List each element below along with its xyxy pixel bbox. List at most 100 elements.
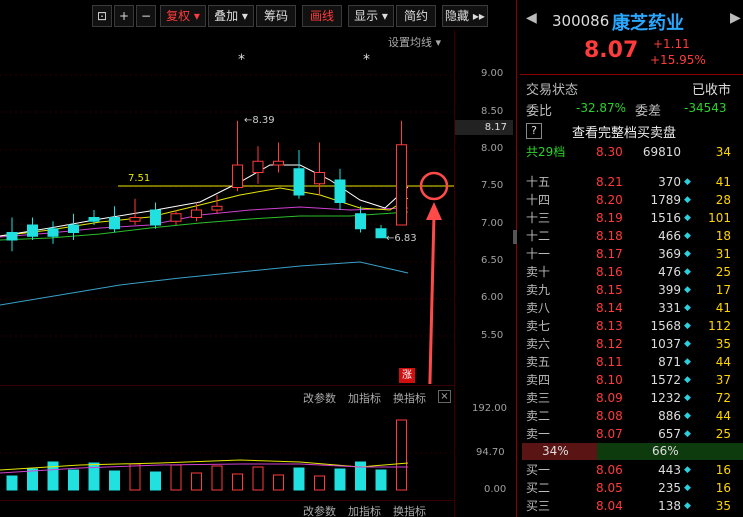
sub1-swap-indicator-button[interactable]: 换指标 bbox=[393, 390, 426, 406]
candle bbox=[232, 164, 243, 188]
axis-label: 7.00 bbox=[481, 218, 504, 229]
diamond-icon: ◆ bbox=[684, 483, 691, 493]
candle bbox=[314, 172, 325, 185]
ask-price: 8.15 bbox=[596, 283, 623, 297]
bid-row[interactable]: 买二 8.05 235 ◆ 16 bbox=[526, 479, 741, 497]
volume-bar bbox=[252, 466, 264, 491]
line-price-label: 7.51 bbox=[128, 173, 150, 184]
scrollbar[interactable] bbox=[513, 230, 517, 244]
ask-volume: 399 bbox=[658, 283, 681, 297]
diamond-icon: ◆ bbox=[684, 321, 691, 331]
ask-row[interactable]: 十三 8.19 1516 ◆ 101 bbox=[526, 209, 741, 227]
ask-price: 8.10 bbox=[596, 373, 623, 387]
ask-price: 8.07 bbox=[596, 427, 623, 441]
ask-level: 十二 bbox=[526, 229, 551, 243]
ask-row[interactable]: 卖五 8.11 871 ◆ 44 bbox=[526, 353, 741, 371]
display-dropdown[interactable]: 显示 ▾ bbox=[348, 5, 394, 27]
ask-price: 8.11 bbox=[596, 355, 623, 369]
ask-row[interactable]: 卖四 8.10 1572 ◆ 37 bbox=[526, 371, 741, 389]
bid-row[interactable]: 买三 8.04 138 ◆ 35 bbox=[526, 497, 741, 515]
overlay-label: 叠加 bbox=[214, 9, 239, 23]
ask-row[interactable]: 十四 8.20 1789 ◆ 28 bbox=[526, 191, 741, 209]
prev-stock-button[interactable]: ◀ bbox=[526, 10, 537, 26]
ask-volume: 466 bbox=[658, 229, 681, 243]
ask-row[interactable]: 卖二 8.08 886 ◆ 44 bbox=[526, 407, 741, 425]
sub1-params-button[interactable]: 改参数 bbox=[303, 390, 336, 406]
weicha-label: 委差 bbox=[635, 104, 662, 119]
ask-count: 25 bbox=[715, 427, 731, 441]
volume-bar bbox=[129, 463, 141, 491]
ask-row[interactable]: 卖三 8.09 1232 ◆ 72 bbox=[526, 389, 741, 407]
limit-up-badge: 涨 bbox=[399, 368, 415, 383]
ask-count: 44 bbox=[715, 355, 731, 369]
sub1-separator bbox=[0, 385, 454, 386]
diamond-icon: ◆ bbox=[684, 231, 691, 241]
simple-mode-button[interactable]: 简约 bbox=[396, 5, 436, 27]
ask-row[interactable]: 卖八 8.14 331 ◆ 41 bbox=[526, 299, 741, 317]
ask-price: 8.21 bbox=[596, 175, 623, 189]
sub2-swap-indicator-button[interactable]: 换指标 bbox=[393, 503, 426, 517]
annotation-arrow-head bbox=[426, 202, 442, 220]
zoom-in-button[interactable]: + bbox=[114, 5, 134, 27]
diamond-icon: ◆ bbox=[684, 339, 691, 349]
ask-row[interactable]: 十一 8.17 369 ◆ 31 bbox=[526, 245, 741, 263]
total-levels-row: 共29档 8.30 69810 34 bbox=[526, 143, 741, 161]
ask-level: 十三 bbox=[526, 211, 551, 225]
help-icon[interactable]: ? bbox=[526, 123, 542, 139]
low-label: ←6.83 bbox=[386, 233, 417, 244]
draw-line-button[interactable]: 画线 bbox=[302, 5, 342, 27]
chips-button[interactable]: 筹码 bbox=[256, 5, 296, 27]
ask-row[interactable]: 卖六 8.12 1037 ◆ 35 bbox=[526, 335, 741, 353]
price-axis-divider bbox=[454, 30, 455, 517]
next-stock-button[interactable]: ▶ bbox=[730, 10, 741, 26]
candle bbox=[109, 217, 120, 230]
display-label: 显示 bbox=[354, 9, 379, 23]
ask-level: 十五 bbox=[526, 175, 551, 189]
ask-row[interactable]: 卖十 8.16 476 ◆ 25 bbox=[526, 263, 741, 281]
fuquan-dropdown[interactable]: 复权 ▾ bbox=[160, 5, 206, 27]
ask-count: 25 bbox=[715, 265, 731, 279]
sub2-separator bbox=[0, 500, 454, 501]
candle bbox=[211, 205, 223, 211]
ask-volume: 1516 bbox=[650, 211, 681, 225]
bid-count: 16 bbox=[715, 463, 731, 477]
ask-level: 十一 bbox=[526, 247, 551, 261]
total-volume: 69810 bbox=[642, 145, 681, 159]
ask-row[interactable]: 卖一 8.07 657 ◆ 25 bbox=[526, 425, 741, 443]
candle bbox=[150, 209, 161, 226]
kline-chart[interactable]: * * 7.51 ←8.39 ←6.83 bbox=[0, 48, 454, 384]
ask-count: 17 bbox=[715, 283, 731, 297]
ask-level: 卖九 bbox=[526, 283, 551, 297]
panel-divider bbox=[520, 74, 743, 75]
ask-row[interactable]: 卖九 8.15 399 ◆ 17 bbox=[526, 281, 741, 299]
ask-row[interactable]: 十二 8.18 466 ◆ 18 bbox=[526, 227, 741, 245]
ask-row[interactable]: 卖七 8.13 1568 ◆ 112 bbox=[526, 317, 741, 335]
ask-count: 41 bbox=[715, 175, 731, 189]
bid-row[interactable]: 买一 8.06 443 ◆ 16 bbox=[526, 461, 741, 479]
high-label: ←8.39 bbox=[244, 115, 275, 126]
ma-line-5 bbox=[0, 187, 409, 237]
close-icon[interactable]: × bbox=[438, 390, 451, 403]
full-orderbook-link[interactable]: 查看完整档买卖盘 bbox=[572, 122, 676, 141]
ask-price: 8.13 bbox=[596, 319, 623, 333]
diamond-icon: ◆ bbox=[684, 429, 691, 439]
weibi-label: 委比 bbox=[526, 104, 553, 119]
sub2-add-indicator-button[interactable]: 加指标 bbox=[348, 503, 381, 517]
bid-price: 8.04 bbox=[596, 499, 623, 513]
candle bbox=[252, 160, 264, 173]
volume-bar bbox=[170, 464, 182, 491]
hide-button[interactable]: 隐藏 ▸▸ bbox=[442, 5, 488, 27]
candle bbox=[334, 179, 346, 203]
candle bbox=[396, 144, 407, 226]
axis-label: 8.00 bbox=[481, 143, 504, 154]
price-change: +1.11 bbox=[653, 37, 690, 51]
zoom-out-button[interactable]: − bbox=[136, 5, 156, 27]
sub1-add-indicator-button[interactable]: 加指标 bbox=[348, 390, 381, 406]
sub2-params-button[interactable]: 改参数 bbox=[303, 503, 336, 517]
candle bbox=[47, 228, 59, 237]
diamond-icon: ◆ bbox=[684, 249, 691, 259]
overlay-dropdown[interactable]: 叠加 ▾ bbox=[208, 5, 254, 27]
layout-icon[interactable]: ⊡ bbox=[92, 5, 112, 27]
ma-line-10 bbox=[0, 206, 409, 238]
ask-row[interactable]: 十五 8.21 370 ◆ 41 bbox=[526, 173, 741, 191]
